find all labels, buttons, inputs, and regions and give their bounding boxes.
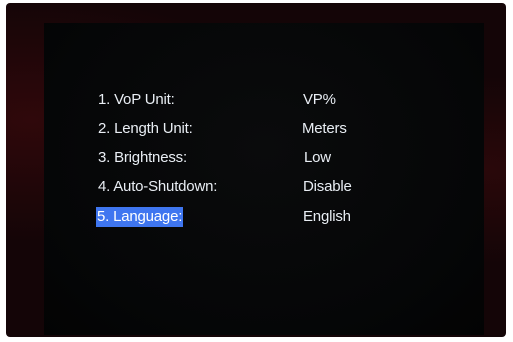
menu-label-length-unit: 2. Length Unit: — [98, 120, 193, 137]
menu-label-language: 5. Language: — [96, 207, 184, 227]
menu-label-brightness: 3. Brightness: — [98, 149, 187, 166]
settings-screen: 1. VoP Unit: VP% 2. Length Unit: Meters … — [44, 23, 484, 335]
menu-value-brightness: Low — [304, 149, 331, 166]
menu-label-vop-unit: 1. VoP Unit: — [98, 91, 175, 108]
menu-label-auto-shutdown: 4. Auto-Shutdown: — [98, 178, 218, 195]
settings-menu: 1. VoP Unit: VP% 2. Length Unit: Meters … — [44, 23, 484, 335]
menu-row-auto-shutdown[interactable]: 4. Auto-Shutdown: Disable — [44, 177, 484, 203]
menu-value-vop-unit: VP% — [303, 91, 336, 108]
menu-row-language[interactable]: 5. Language: English — [44, 207, 484, 233]
menu-value-language: English — [303, 208, 351, 225]
menu-row-brightness[interactable]: 3. Brightness: Low — [44, 148, 484, 174]
display-frame: 1. VoP Unit: VP% 2. Length Unit: Meters … — [6, 3, 506, 337]
menu-row-length-unit[interactable]: 2. Length Unit: Meters — [44, 119, 484, 145]
device-bezel: 1. VoP Unit: VP% 2. Length Unit: Meters … — [0, 0, 513, 342]
menu-value-length-unit: Meters — [302, 120, 347, 137]
menu-value-auto-shutdown: Disable — [303, 178, 352, 195]
menu-row-vop-unit[interactable]: 1. VoP Unit: VP% — [44, 90, 484, 116]
